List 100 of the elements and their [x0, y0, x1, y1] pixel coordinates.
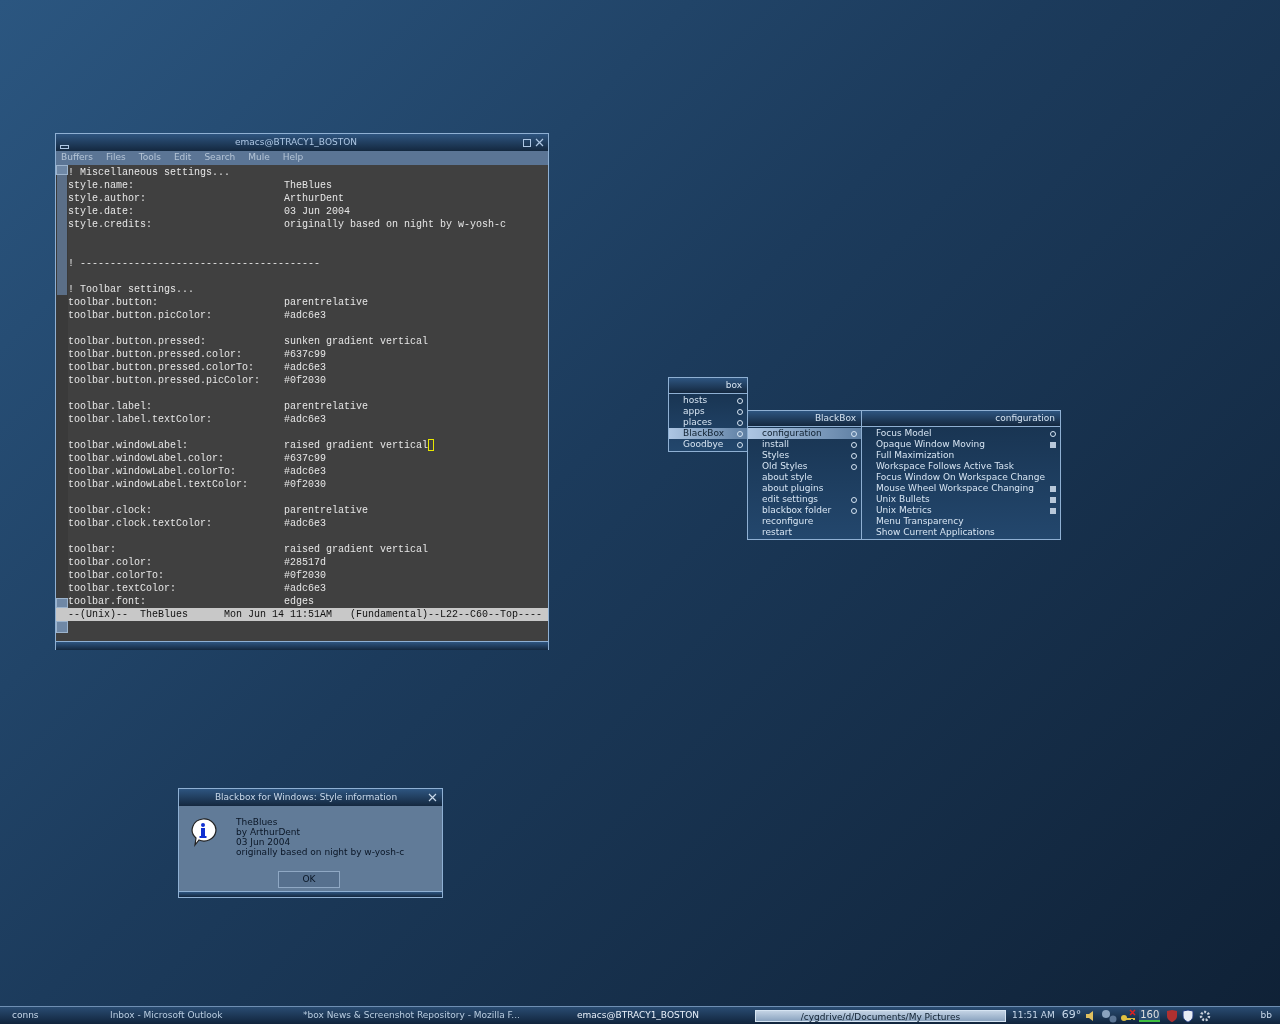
setting-value: #637c99 — [284, 348, 326, 361]
setting-key: toolbar.font: — [68, 595, 284, 608]
setting-key: style.name: — [68, 179, 284, 192]
setting-key: toolbar.windowLabel.colorTo: — [68, 465, 284, 478]
close-button[interactable] — [535, 138, 544, 147]
setting-key: toolbar.clock: — [68, 504, 284, 517]
window-title: emacs@BTRACY1_BOSTON — [234, 135, 358, 149]
setting-value: edges — [284, 595, 314, 608]
menu-item[interactable]: Focus Window On Workspace Change — [862, 472, 1060, 483]
setting-key: toolbar.button: — [68, 296, 284, 309]
key-icon[interactable] — [1120, 1008, 1137, 1023]
setting-value: #637c99 — [284, 452, 326, 465]
setting-key: toolbar: — [68, 543, 284, 556]
setting-key: toolbar.button.pressed: — [68, 335, 284, 348]
dialog-title: Blackbox for Windows: Style information — [213, 790, 399, 804]
menu-item[interactable]: Unix Metrics — [862, 505, 1060, 516]
ok-button[interactable]: OK — [278, 871, 340, 888]
menu-item[interactable]: install — [748, 439, 861, 450]
code-line: ! ---------------------------------------- — [68, 257, 321, 270]
code-line: ! Toolbar settings... — [68, 283, 195, 296]
setting-key: toolbar.label: — [68, 400, 284, 413]
menu-item[interactable]: blackbox folder — [748, 505, 861, 516]
setting-key: style.credits: — [68, 218, 284, 231]
setting-value: #adc6e3 — [284, 361, 326, 374]
setting-value: raised gradient vertical — [284, 439, 429, 452]
menu-item[interactable]: reconfigure — [748, 516, 861, 527]
network-icon[interactable] — [1101, 1008, 1118, 1023]
setting-key: toolbar.clock.textColor: — [68, 517, 284, 530]
menu-item[interactable]: Opaque Window Moving — [862, 439, 1060, 450]
setting-value: originally based on night by w-yosh-c — [284, 218, 507, 231]
menu-item[interactable]: Unix Bullets — [862, 494, 1060, 505]
menu-item[interactable]: Full Maximization — [862, 450, 1060, 461]
scrollbar[interactable] — [56, 165, 68, 608]
setting-value: ArthurDent — [284, 192, 344, 205]
menu-item[interactable]: Focus Model — [862, 428, 1060, 439]
menu-item[interactable]: configuration — [748, 428, 861, 439]
setting-value: sunken gradient vertical — [284, 335, 429, 348]
menu-item[interactable]: edit settings — [748, 494, 861, 505]
setting-key: toolbar.windowLabel: — [68, 439, 284, 452]
setting-key: toolbar.windowLabel.textColor: — [68, 478, 284, 491]
setting-key: toolbar.button.picColor: — [68, 309, 284, 322]
setting-value: parentrelative — [284, 400, 368, 413]
setting-value: raised gradient vertical — [284, 543, 429, 556]
mode-line: --(Unix)-- TheBlues Mon Jun 14 11:51AM (Fundamental)--L22--C60--Top---- — [68, 609, 543, 620]
menu-item[interactable]: Old Styles — [748, 461, 861, 472]
workspace-label[interactable]: conns — [0, 1008, 60, 1023]
menu-item[interactable]: Show Current Applications — [862, 527, 1060, 538]
minimize-button[interactable] — [60, 144, 69, 149]
info-text: by ArthurDent — [236, 827, 302, 837]
info-text: originally based on night by w-yosh-c — [236, 847, 405, 857]
setting-key: toolbar.color: — [68, 556, 284, 569]
info-text: TheBlues — [236, 817, 279, 827]
menu-item[interactable]: restart — [748, 527, 861, 538]
menu-item[interactable]: hosts — [669, 395, 747, 406]
setting-value: #adc6e3 — [284, 413, 326, 426]
setting-value: TheBlues — [284, 179, 332, 192]
task-button[interactable]: *box News & Screenshot Repository - Mozilla F... — [250, 1008, 550, 1023]
setting-value: #adc6e3 — [284, 582, 326, 595]
menu-item[interactable]: BlackBox — [669, 428, 747, 439]
setting-value: parentrelative — [284, 504, 368, 517]
menu-item[interactable]: Workspace Follows Active Task — [862, 461, 1060, 472]
setting-value: #0f2030 — [284, 569, 326, 582]
setting-value: 03 Jun 2004 — [284, 205, 350, 218]
setting-value: #adc6e3 — [284, 465, 326, 478]
menu-item[interactable]: about style — [748, 472, 861, 483]
setting-value: #0f2030 — [284, 374, 326, 387]
menu-title: configuration — [995, 411, 1055, 425]
setting-key: toolbar.button.pressed.color: — [68, 348, 284, 361]
window-label: /cygdrive/d/Documents/My Pictures — [755, 1009, 1006, 1022]
setting-value: #0f2030 — [284, 478, 326, 491]
menu-item[interactable]: Goodbye — [669, 439, 747, 450]
setting-value: #adc6e3 — [284, 309, 326, 322]
setting-value: #adc6e3 — [284, 517, 326, 530]
setting-key: toolbar.button.pressed.picColor: — [68, 374, 284, 387]
close-button[interactable] — [428, 793, 437, 802]
menu-item[interactable]: places — [669, 417, 747, 428]
tray-badge[interactable]: 160 — [1139, 1009, 1161, 1022]
menu-item[interactable]: Styles — [748, 450, 861, 461]
menu-item[interactable]: apps — [669, 406, 747, 417]
menu-title: BlackBox — [814, 411, 856, 425]
clock: 11:51 AM — [1012, 1008, 1055, 1022]
menu-title: box — [725, 378, 742, 392]
menu-item[interactable]: Menu Transparency — [862, 516, 1060, 527]
task-button[interactable]: Inbox - Microsoft Outlook — [60, 1008, 250, 1023]
setting-key: toolbar.windowLabel.color: — [68, 452, 284, 465]
maximize-button[interactable] — [523, 138, 531, 147]
menu-item[interactable]: Mouse Wheel Workspace Changing — [862, 483, 1060, 494]
toolbar-label: bb — [1260, 1008, 1273, 1022]
shield-icon[interactable] — [1182, 1008, 1195, 1023]
gear-icon[interactable] — [1198, 1008, 1213, 1023]
setting-key: toolbar.button.pressed.colorTo: — [68, 361, 284, 374]
task-button[interactable]: emacs@BTRACY1_BOSTON — [550, 1008, 740, 1023]
setting-value: parentrelative — [284, 296, 368, 309]
menu-item[interactable]: about plugins — [748, 483, 861, 494]
info-text: 03 Jun 2004 — [236, 837, 292, 847]
info-icon — [188, 817, 218, 847]
setting-key: style.author: — [68, 192, 284, 205]
code-line: ! Miscellaneous settings... — [68, 166, 231, 179]
setting-key: toolbar.textColor: — [68, 582, 284, 595]
setting-value: #28517d — [284, 556, 326, 569]
